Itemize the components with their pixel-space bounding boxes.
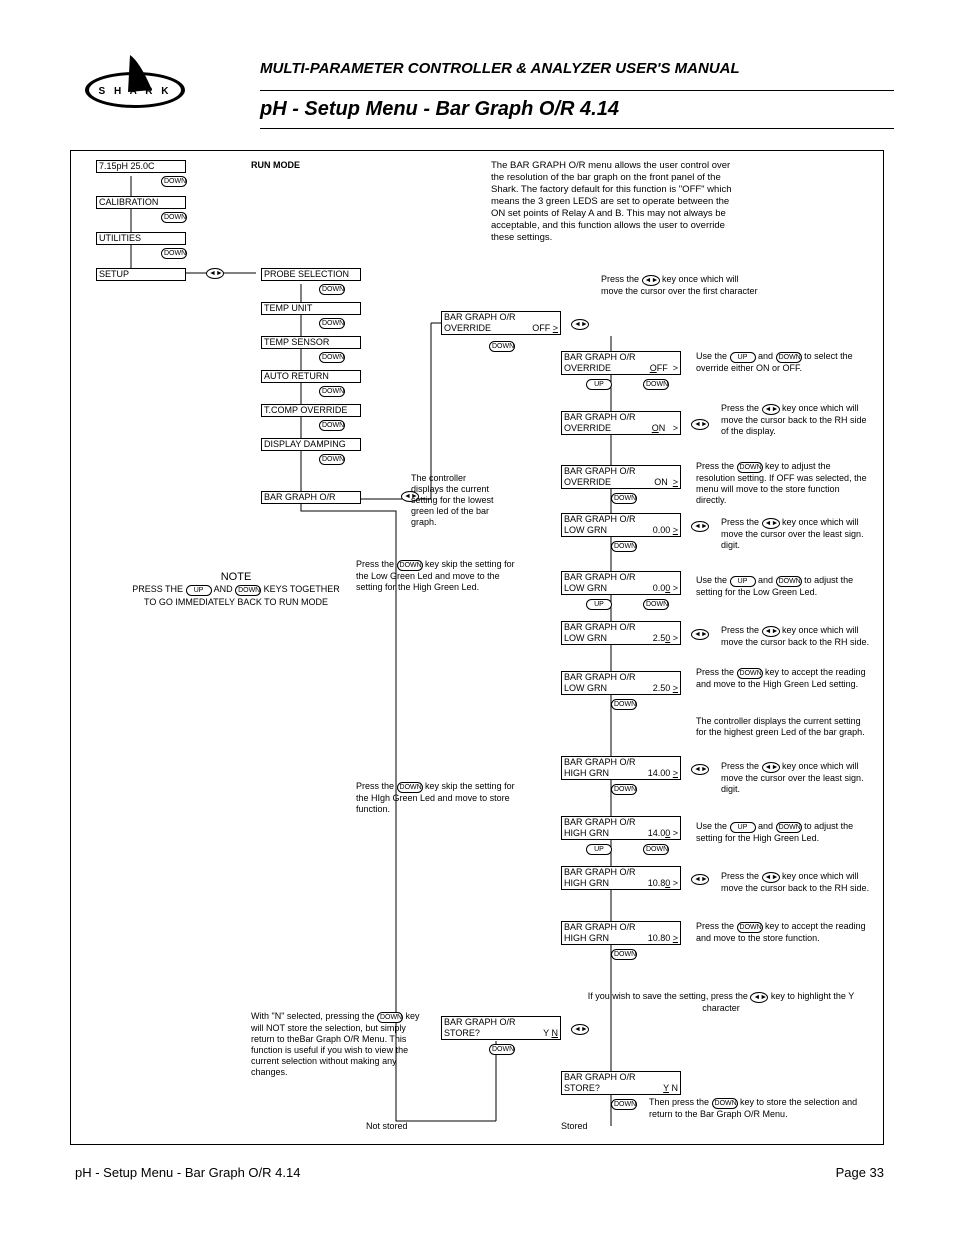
down-btn[interactable]: DOWN [611,699,637,710]
lcd-override-off-cursor: BAR GRAPH O/R OVERRIDEOFF > [561,351,681,375]
note-store: Then press the DOWN key to store the sel… [649,1097,859,1120]
lcd-lowgrn-0: BAR GRAPH O/R LOW GRN0.00 > [561,513,681,537]
lcd-store-y: BAR GRAPH O/R STORE?Y N [561,1071,681,1095]
down-btn[interactable]: DOWN [643,844,669,855]
down-btn[interactable]: DOWN [161,176,187,187]
note-cursor-rh: Press the ◄► key once which will move th… [721,403,871,437]
note-cursor-first: Press the ◄► key once which will move th… [601,274,761,297]
lcd-probe: PROBE SELECTION [261,268,361,281]
lcd-autoreturn: AUTO RETURN [261,370,361,383]
run-mode-label: RUN MODE [251,160,300,171]
note-adj-high: Use the UP and DOWN to adjust the settin… [696,821,866,844]
note-runmode: NOTE PRESS THE UP AND DOWN KEYS TOGETHER… [126,571,346,608]
note-cursor-lsd: Press the ◄► key once which will move th… [721,517,871,551]
lcd-highgrn-14: BAR GRAPH O/R HIGH GRN14.00 > [561,756,681,780]
note-skip-low: Press the DOWN key skip the setting for … [356,559,521,593]
up-btn[interactable]: UP [586,379,612,390]
down-btn[interactable]: DOWN [319,352,345,363]
lcd-lowgrn-0c: BAR GRAPH O/R LOW GRN0.00 > [561,571,681,595]
lr-btn[interactable]: ◄► [691,764,709,775]
lcd-override-off: BAR GRAPH O/R OVERRIDEOFF > [441,311,561,335]
footer-left: pH - Setup Menu - Bar Graph O/R 4.14 [75,1165,300,1180]
shark-logo: S H A R K [80,50,190,110]
lcd-calibration: CALIBRATION [96,196,186,209]
down-btn[interactable]: DOWN [161,248,187,259]
footer-right: Page 33 [836,1165,884,1180]
down-btn[interactable]: DOWN [161,212,187,223]
svg-text:S H A R K: S H A R K [99,86,172,97]
lr-btn[interactable]: ◄► [691,419,709,430]
stored-label: Stored [561,1121,588,1132]
up-btn[interactable]: UP [586,844,612,855]
down-btn[interactable]: DOWN [319,284,345,295]
lcd-tcomp: T.COMP OVERRIDE [261,404,361,417]
note-accept-high: Press the DOWN key to accept the reading… [696,921,871,944]
down-btn[interactable]: DOWN [319,454,345,465]
down-btn[interactable]: DOWN [643,599,669,610]
down-btn[interactable]: DOWN [611,949,637,960]
down-btn[interactable]: DOWN [611,1099,637,1110]
down-btn[interactable]: DOWN [319,420,345,431]
lcd-highgrn-108c: BAR GRAPH O/R HIGH GRN10.80 > [561,866,681,890]
down-btn[interactable]: DOWN [611,541,637,552]
lr-btn[interactable]: ◄► [691,874,709,885]
note-cursor-rh3: Press the ◄► key once which will move th… [721,871,871,894]
down-btn[interactable]: DOWN [319,318,345,329]
note-adjust-res: Press the DOWN key to adjust the resolut… [696,461,871,506]
lcd-override-on-cursor: BAR GRAPH O/R OVERRIDEON > [561,411,681,435]
note-ctrl-high: The controller displays the current sett… [696,716,871,738]
note-n-selected: With "N" selected, pressing the DOWN key… [251,1011,426,1078]
page-title: pH - Setup Menu - Bar Graph O/R 4.14 [260,98,884,121]
note-ctrl-low: The controller displays the current sett… [411,473,496,528]
manual-header: MULTI-PARAMETER CONTROLLER & ANALYZER US… [260,60,884,77]
down-btn[interactable]: DOWN [319,386,345,397]
lr-btn[interactable]: ◄► [691,521,709,532]
not-stored-label: Not stored [366,1121,408,1132]
lcd-bargraph: BAR GRAPH O/R [261,491,361,504]
lr-btn[interactable]: ◄► [206,268,224,279]
lcd-highgrn-14c: BAR GRAPH O/R HIGH GRN14.00 > [561,816,681,840]
down-btn[interactable]: DOWN [611,784,637,795]
lcd-utilities: UTILITIES [96,232,186,245]
lcd-override-on: BAR GRAPH O/R OVERRIDEON > [561,465,681,489]
note-accept-low: Press the DOWN key to accept the reading… [696,667,871,690]
lcd-setup: SETUP [96,268,186,281]
lcd-highgrn-108: BAR GRAPH O/R HIGH GRN10.80 > [561,921,681,945]
lcd-lowgrn-250c: BAR GRAPH O/R LOW GRN2.50 > [561,621,681,645]
lcd-tempunit: TEMP UNIT [261,302,361,315]
down-btn[interactable]: DOWN [489,1044,515,1055]
lr-btn[interactable]: ◄► [571,319,589,330]
down-btn[interactable]: DOWN [643,379,669,390]
lr-btn[interactable]: ◄► [691,629,709,640]
note-cursor-rh2: Press the ◄► key once which will move th… [721,625,871,648]
lcd-store-n: BAR GRAPH O/R STORE?Y N [441,1016,561,1040]
note-select-override: Use the UP and DOWN to select the overri… [696,351,866,374]
lcd-tempsensor: TEMP SENSOR [261,336,361,349]
note-cursor-lsd2: Press the ◄► key once which will move th… [721,761,871,795]
lr-btn[interactable]: ◄► [571,1024,589,1035]
lcd-damping: DISPLAY DAMPING [261,438,361,451]
diagram-frame: RUN MODE 7.15pH 25.0C DOWN CALIBRATION D… [70,150,884,1145]
down-btn[interactable]: DOWN [611,493,637,504]
note-adj-low: Use the UP and DOWN to adjust the settin… [696,575,866,598]
lcd-top: 7.15pH 25.0C [96,160,186,173]
note-skip-high: Press the DOWN key skip the setting for … [356,781,521,815]
note-save: If you wish to save the setting, press t… [581,991,861,1014]
down-btn[interactable]: DOWN [489,341,515,352]
up-btn[interactable]: UP [586,599,612,610]
lcd-lowgrn-250: BAR GRAPH O/R LOW GRN2.50 > [561,671,681,695]
intro-text: The BAR GRAPH O/R menu allows the user c… [491,160,741,244]
